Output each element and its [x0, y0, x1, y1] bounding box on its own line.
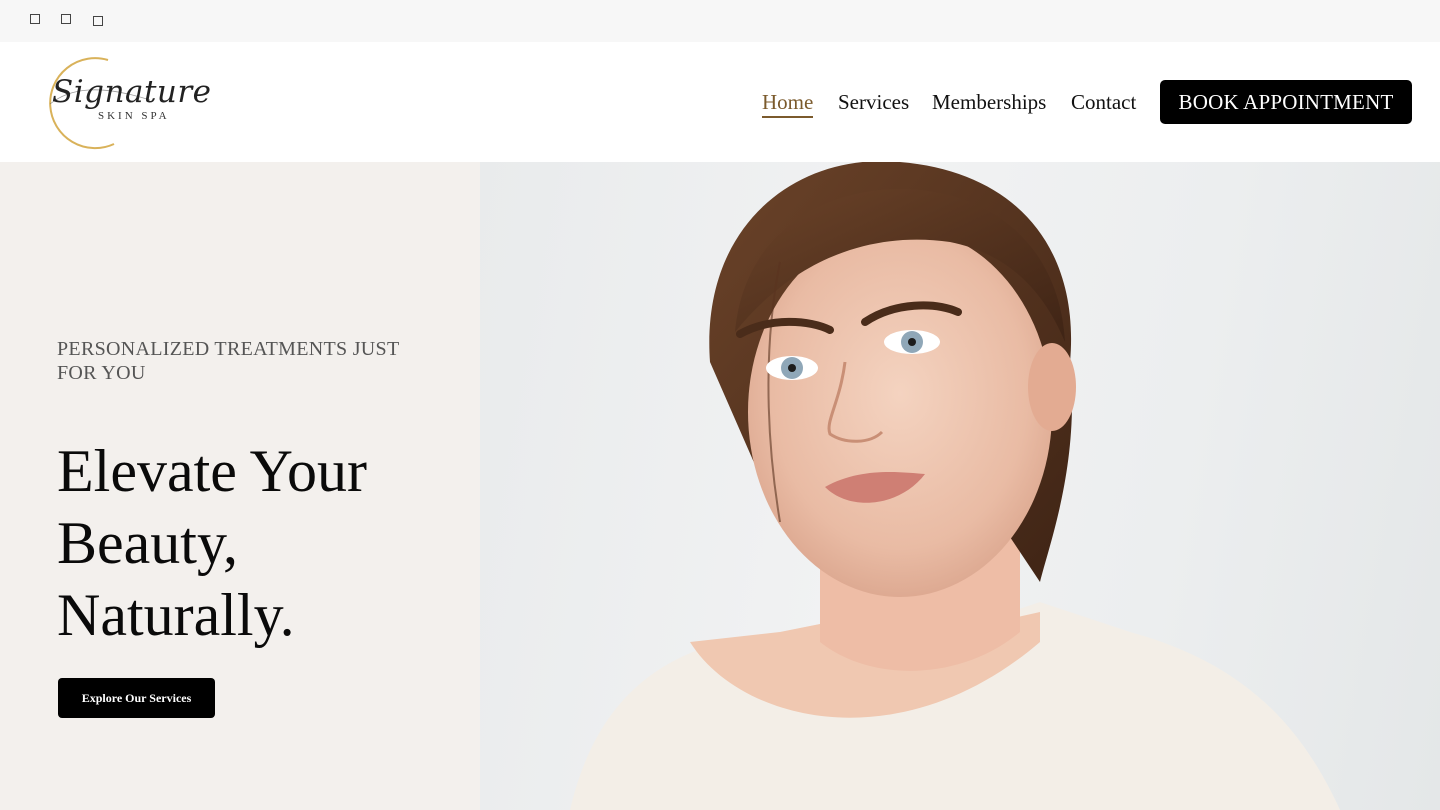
site-header: Signature SKIN SPA Home Services Members… — [0, 42, 1440, 162]
nav-contact[interactable]: Contact — [1071, 88, 1136, 116]
hero-eyebrow: PERSONALIZED TREATMENTS JUST FOR YOU — [57, 338, 400, 384]
explore-services-button[interactable]: Explore Our Services — [58, 678, 215, 718]
nav-home[interactable]: Home — [762, 88, 814, 118]
square-icon[interactable] — [93, 16, 103, 26]
square-icon[interactable] — [30, 14, 40, 24]
hero-portrait-image — [480, 162, 1440, 810]
nav-memberships[interactable]: Memberships — [932, 88, 1046, 116]
brand-logo[interactable]: Signature SKIN SPA — [30, 54, 211, 150]
logo-script-text: Signature — [52, 74, 212, 110]
hero-headline: Elevate Your Beauty, Naturally. — [57, 438, 367, 648]
nav-services[interactable]: Services — [838, 88, 909, 116]
portrait-photo — [570, 162, 1340, 810]
book-appointment-button[interactable]: BOOK APPOINTMENT — [1160, 80, 1412, 124]
hero-text-panel: PERSONALIZED TREATMENTS JUST FOR YOU Ele… — [0, 162, 480, 810]
top-utility-bar — [0, 0, 1440, 42]
logo-subtitle: SKIN SPA — [98, 110, 170, 122]
square-icon[interactable] — [61, 14, 71, 24]
